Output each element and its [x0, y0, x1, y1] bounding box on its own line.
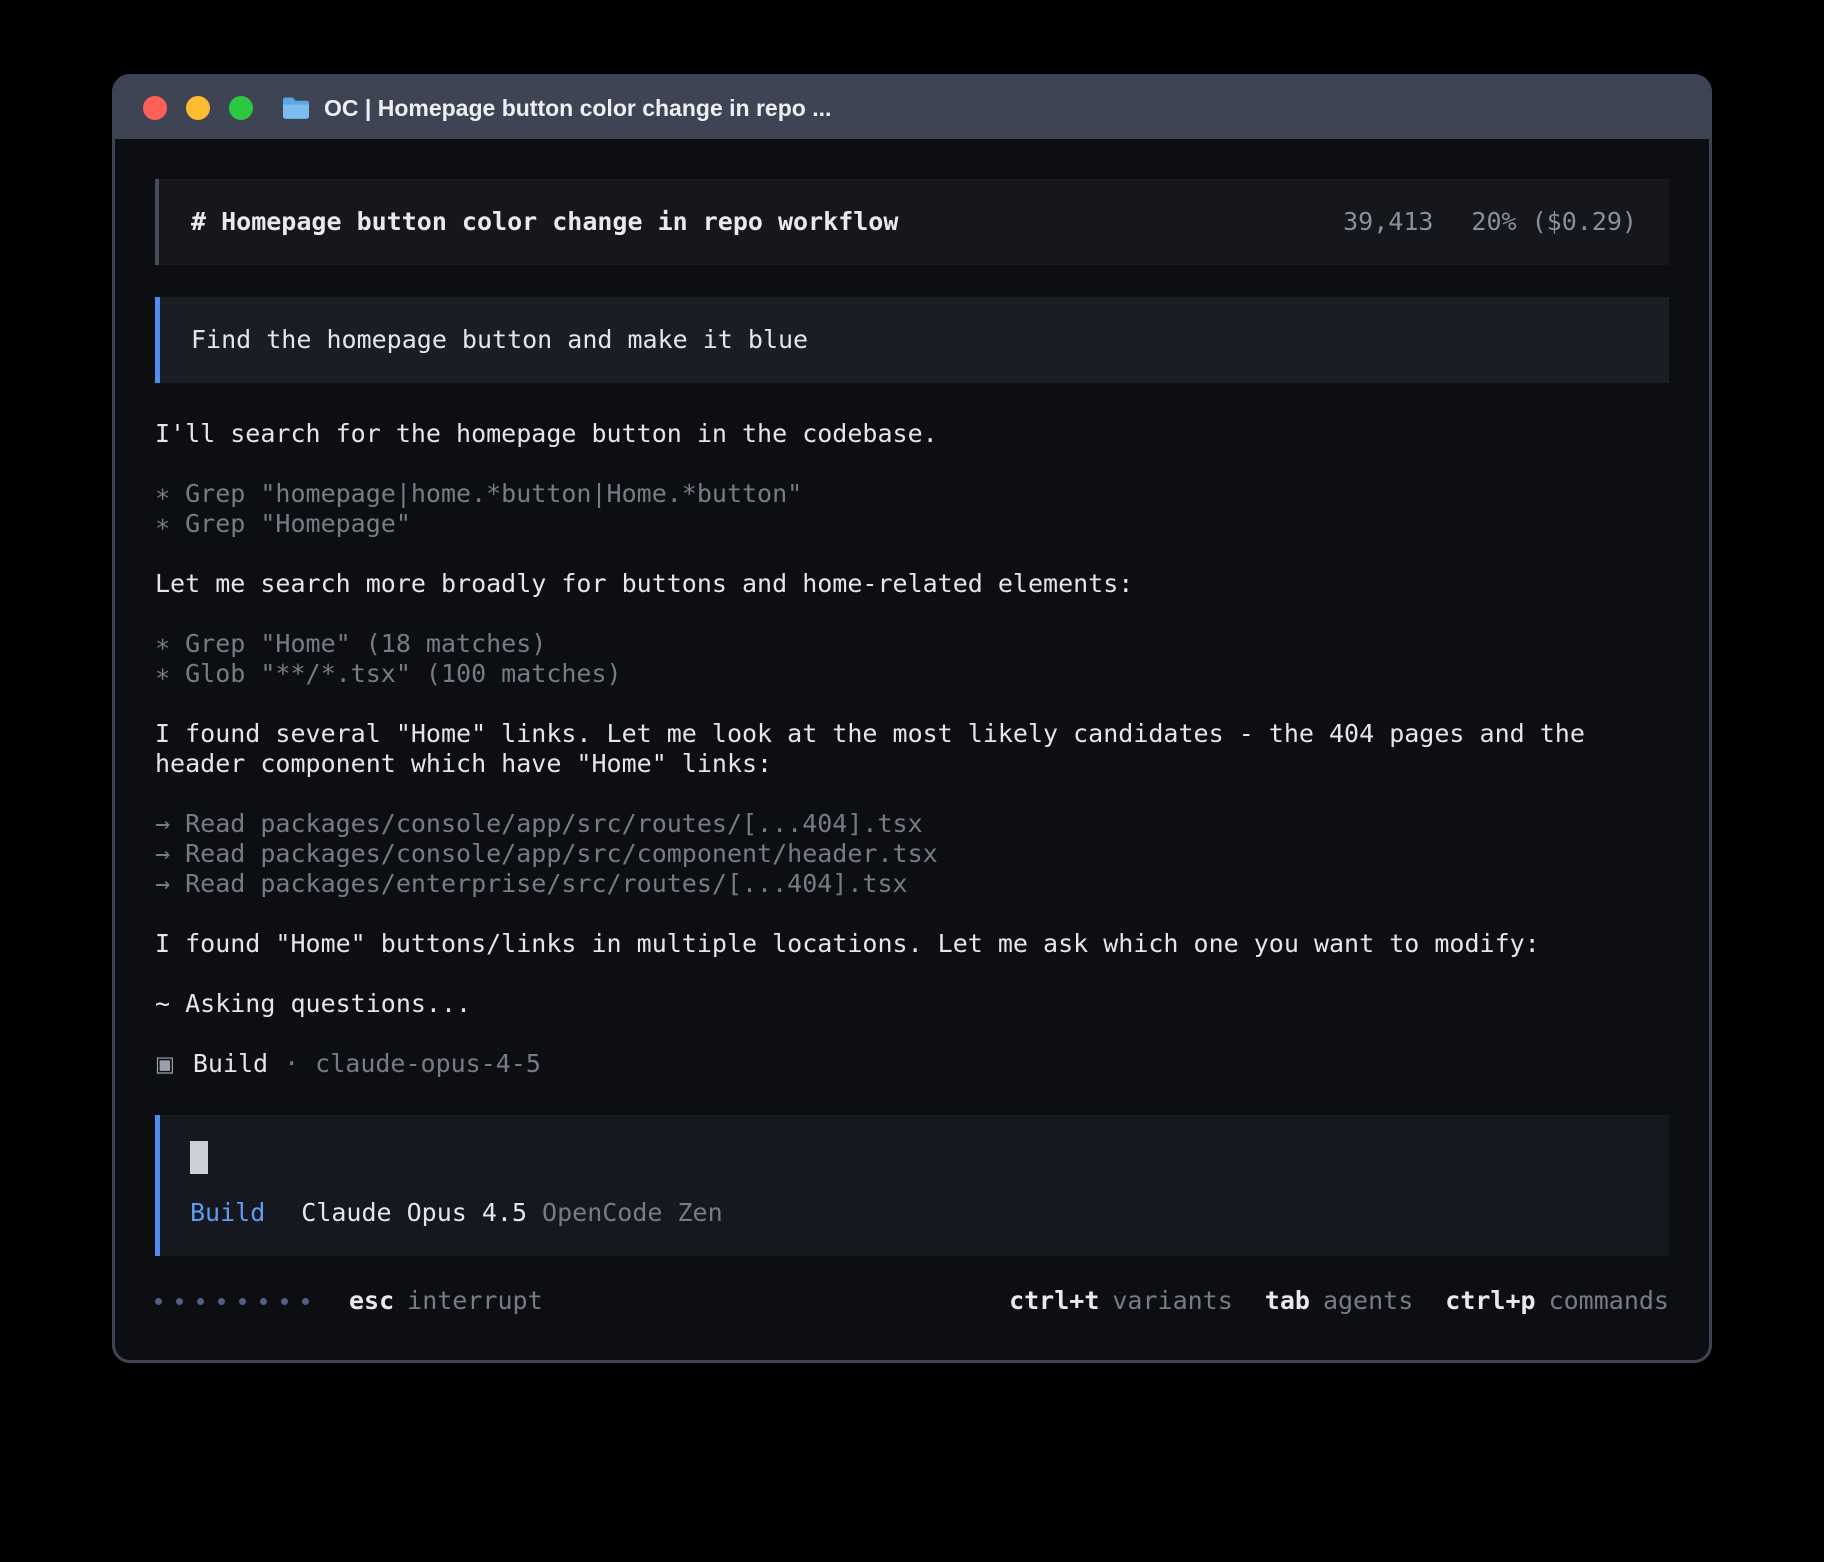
agent-model: claude-opus-4-5: [315, 1049, 541, 1079]
session-title: # Homepage button color change in repo w…: [191, 207, 898, 237]
shortcut-key: ctrl+t: [1009, 1286, 1099, 1316]
user-message: Find the homepage button and make it blu…: [155, 297, 1669, 383]
session-header: # Homepage button color change in repo w…: [155, 179, 1669, 265]
user-message-text: Find the homepage button and make it blu…: [191, 325, 808, 354]
agent-name: Build: [193, 1049, 268, 1079]
token-count: 39,413: [1343, 207, 1433, 237]
terminal-content: # Homepage button color change in repo w…: [115, 139, 1709, 1360]
session-stats: 39,413 20% ($0.29): [1343, 207, 1637, 237]
agent-icon: ▣: [155, 1049, 175, 1079]
window-title: OC | Homepage button color change in rep…: [324, 95, 831, 122]
model-line: Build Claude Opus 4.5 OpenCode Zen: [190, 1198, 1639, 1228]
progress-dots: [155, 1298, 309, 1305]
tool-call: → Read packages/enterprise/src/routes/[.…: [155, 869, 1669, 899]
tool-call: → Read packages/console/app/src/routes/[…: [155, 809, 1669, 839]
shortcut-key: esc: [349, 1286, 394, 1316]
shortcut-key: tab: [1265, 1286, 1310, 1316]
tool-call: ∗ Grep "homepage|home.*button|Home.*butt…: [155, 479, 1669, 509]
context-cost: 20% ($0.29): [1471, 207, 1637, 237]
tool-call-group: → Read packages/console/app/src/routes/[…: [155, 809, 1669, 899]
status-bar: esc interrupt ctrl+t variants tab agents…: [155, 1286, 1669, 1316]
shortcut-agents: tab agents: [1265, 1286, 1413, 1316]
terminal-window: OC | Homepage button color change in rep…: [112, 74, 1712, 1363]
shortcut-hints: ctrl+t variants tab agents ctrl+p comman…: [1009, 1286, 1669, 1316]
mode-label[interactable]: Build: [190, 1198, 265, 1228]
traffic-lights: [143, 96, 253, 120]
tool-call-group: ∗ Grep "homepage|home.*button|Home.*butt…: [155, 479, 1669, 539]
provider-label: OpenCode Zen: [542, 1198, 723, 1228]
folder-icon: [281, 96, 311, 121]
shortcut-commands: ctrl+p commands: [1445, 1286, 1669, 1316]
assistant-text: I found "Home" buttons/links in multiple…: [155, 929, 1669, 959]
zoom-button[interactable]: [229, 96, 253, 120]
tool-call: → Read packages/console/app/src/componen…: [155, 839, 1669, 869]
shortcut-interrupt: esc interrupt: [349, 1286, 543, 1316]
shortcut-key: ctrl+p: [1445, 1286, 1535, 1316]
status-line: ~ Asking questions...: [155, 989, 1669, 1019]
assistant-text: I found several "Home" links. Let me loo…: [155, 719, 1669, 779]
window-titlebar[interactable]: OC | Homepage button color change in rep…: [115, 77, 1709, 139]
minimize-button[interactable]: [186, 96, 210, 120]
tool-call-group: ∗ Grep "Home" (18 matches) ∗ Glob "**/*.…: [155, 629, 1669, 689]
shortcut-label: variants: [1112, 1286, 1232, 1316]
tool-call: ∗ Grep "Home" (18 matches): [155, 629, 1669, 659]
shortcut-label: commands: [1549, 1286, 1669, 1316]
assistant-text: I'll search for the homepage button in t…: [155, 419, 1669, 449]
shortcut-label: agents: [1323, 1286, 1413, 1316]
text-cursor: [190, 1141, 208, 1174]
shortcut-label: interrupt: [407, 1286, 542, 1316]
shortcut-variants: ctrl+t variants: [1009, 1286, 1233, 1316]
tool-call: ∗ Glob "**/*.tsx" (100 matches): [155, 659, 1669, 689]
agent-line: ▣ Build · claude-opus-4-5: [155, 1049, 1669, 1079]
assistant-text: Let me search more broadly for buttons a…: [155, 569, 1669, 599]
close-button[interactable]: [143, 96, 167, 120]
prompt-input[interactable]: Build Claude Opus 4.5 OpenCode Zen: [155, 1115, 1669, 1256]
model-label[interactable]: Claude Opus 4.5: [301, 1198, 527, 1228]
agent-separator: ·: [284, 1049, 299, 1079]
tool-call: ∗ Grep "Homepage": [155, 509, 1669, 539]
